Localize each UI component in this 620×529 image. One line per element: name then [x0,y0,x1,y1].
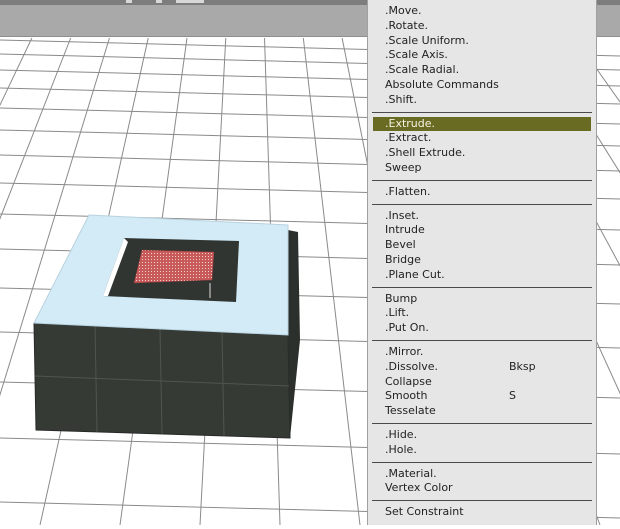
menu-item-sweep[interactable]: Sweep [368,161,596,176]
menu-item-scale-axis[interactable]: .Scale Axis. [368,48,596,63]
menu-item-mirror[interactable]: .Mirror. [368,345,596,360]
menu-item-scale-uniform[interactable]: .Scale Uniform. [368,34,596,49]
menu-item-lift[interactable]: .Lift. [368,306,596,321]
menu-item-intrude[interactable]: Intrude [368,223,596,238]
grid-line [0,37,33,107]
menu-item-label: .Extrude. [385,116,436,130]
menu-item-label: Bevel [385,238,416,252]
menu-item-label: Sweep [385,160,422,174]
menu-separator [372,339,592,341]
menu-item-label: Set Constraint [385,505,464,519]
menu-separator [372,111,592,113]
menu-separator [372,461,592,463]
menu-item-label: .Material. [385,466,437,480]
menu-item-label: .Scale Radial. [385,63,460,77]
menu-item-label: .Scale Axis. [385,48,448,62]
menu-item-shift[interactable]: .Shift. [368,93,596,108]
toolbar-icon[interactable] [156,0,162,3]
menu-item-bevel[interactable]: Bevel [368,238,596,253]
menu-item-label: .Shift. [385,92,417,106]
menu-item-label: .Shell Extrude. [385,146,466,160]
menu-item-material[interactable]: .Material. [368,467,596,482]
menu-item-label: .Plane Cut. [385,267,445,281]
menu-item-label: Intrude [385,223,425,237]
menu-item-absolute-commands[interactable]: Absolute Commands [368,78,596,93]
menu-item-label: Collapse [385,374,432,388]
menu-item-label: .Mirror. [385,344,424,358]
menu-item-set-constraint[interactable]: Set Constraint [368,505,596,520]
menu-item-vertex-color[interactable]: Vertex Color [368,481,596,496]
menu-item-label: .Hide. [385,427,418,441]
menu-separator [372,422,592,424]
menu-item-plane-cut[interactable]: .Plane Cut. [368,268,596,283]
selected-face [133,249,215,284]
menu-item-hole[interactable]: .Hole. [368,443,596,458]
menu-item-flatten[interactable]: .Flatten. [368,185,596,200]
menu-separator [372,179,592,181]
menu-item-label: Bump [385,291,418,305]
mesh-object[interactable] [33,214,300,439]
menu-item-label: .Extract. [385,131,432,145]
menu-item-dissolve[interactable]: .Dissolve. Bksp [368,360,596,375]
menu-item-label: .Lift. [385,306,410,320]
menu-item-label: .Put On. [385,321,429,335]
menu-separator [372,500,592,502]
menu-item-label: Absolute Commands [385,77,499,91]
context-menu: .Move. .Rotate. .Scale Uniform. .Scale Axis… [367,0,597,525]
menu-item-bridge[interactable]: Bridge [368,253,596,268]
menu-separator [372,286,592,288]
menu-item-put-on[interactable]: .Put On. [368,321,596,336]
menu-item-label: Bridge [385,252,421,266]
menu-item-tesselate[interactable]: Tesselate [368,404,596,419]
menu-item-label: .Flatten. [385,184,431,198]
menu-item-inset[interactable]: .Inset. [368,209,596,224]
menu-item-label: .Move. [385,4,422,17]
menu-separator [372,203,592,205]
menu-item-rotate[interactable]: .Rotate. [368,19,596,34]
menu-item-hotkey: Bksp [509,359,536,373]
menu-item-label: Smooth [385,389,428,403]
menu-item-hide[interactable]: .Hide. [368,428,596,443]
menu-item-scale-radial[interactable]: .Scale Radial. [368,63,596,78]
menu-item-smooth[interactable]: Smooth S [368,389,596,404]
menu-item-collapse[interactable]: Collapse [368,375,596,390]
menu-item-label: .Hole. [385,442,417,456]
menu-item-bump[interactable]: Bump [368,292,596,307]
mesh-right-face [288,230,300,438]
menu-item-extrude[interactable]: .Extrude. [373,116,591,132]
menu-item-label: .Inset. [385,208,420,222]
menu-item-label: .Scale Uniform. [385,33,469,47]
grid-line [302,37,361,526]
menu-item-label: .Dissolve. [385,359,439,373]
menu-item-extract[interactable]: .Extract. [368,131,596,146]
menu-item-label: Vertex Color [385,481,453,495]
menu-item-label: Tesselate [385,404,436,418]
menu-item-hotkey: S [509,389,516,403]
toolbar-icon[interactable] [126,0,132,3]
menu-item-label: .Rotate. [385,18,429,32]
menu-item-move[interactable]: .Move. [368,4,596,19]
menu-item-shell-extrude[interactable]: .Shell Extrude. [368,146,596,161]
toolbar-icon[interactable] [176,0,204,3]
